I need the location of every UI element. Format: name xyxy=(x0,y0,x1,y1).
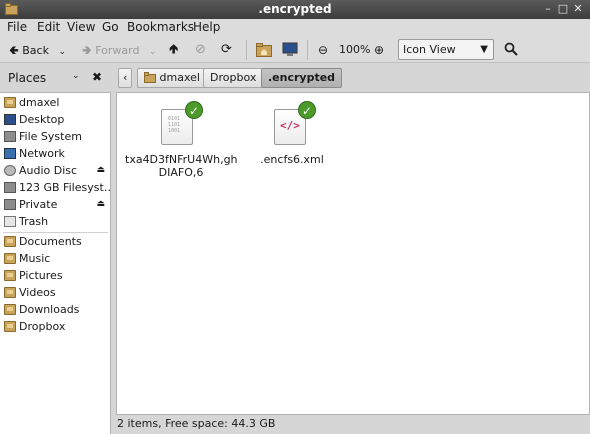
menu-edit[interactable]: Edit xyxy=(37,20,60,34)
toolbar: 🢀 Back ⌄ 🢂 Forward ⌄ 🢁 ⊘ ⟳ ⊖ 100% ⊕ Icon… xyxy=(0,37,590,63)
zoom-level: 100% xyxy=(339,43,371,56)
sidebar-item-documents[interactable]: Documents xyxy=(0,233,111,250)
stop-icon[interactable]: ⊘ xyxy=(195,41,206,59)
sidebar-item-dropbox[interactable]: Dropbox xyxy=(0,318,111,335)
sidebar-item-dmaxel[interactable]: dmaxel xyxy=(0,94,111,111)
menu-bar: File Edit View Go Bookmarks Help xyxy=(0,19,590,37)
sidebar-item-filesystem-123gb[interactable]: 123 GB Filesyst… xyxy=(0,179,115,196)
folder-icon xyxy=(4,321,16,332)
drive-icon xyxy=(4,131,16,142)
folder-icon xyxy=(4,270,16,281)
eject-icon[interactable]: ⏏ xyxy=(96,162,105,179)
sidebar-item-music[interactable]: Music xyxy=(0,250,111,267)
forward-arrow-icon: 🢂 xyxy=(82,43,92,57)
search-icon[interactable] xyxy=(504,42,518,56)
file-name: txa4D3fNFrU4Wh,gh DIAFO,6 xyxy=(125,153,238,179)
status-bar: 2 items, Free space: 44.3 GB xyxy=(116,415,590,434)
eject-icon[interactable]: ⏏ xyxy=(96,196,105,213)
toolbar-separator xyxy=(246,40,247,60)
toolbar-separator xyxy=(307,40,308,60)
home-folder-icon xyxy=(144,72,156,83)
folder-icon xyxy=(4,253,16,264)
menu-help[interactable]: Help xyxy=(193,20,220,34)
trash-icon xyxy=(4,216,16,227)
folder-icon xyxy=(4,236,16,247)
network-icon xyxy=(4,148,16,159)
close-sidebar-icon[interactable]: ✖ xyxy=(92,70,102,84)
synced-check-icon: ✓ xyxy=(185,101,203,119)
synced-check-icon: ✓ xyxy=(298,101,316,119)
breadcrumb-current[interactable]: .encrypted xyxy=(261,68,343,88)
sidebar-item-network[interactable]: Network xyxy=(0,145,111,162)
menu-go[interactable]: Go xyxy=(102,20,119,34)
sidebar-item-audio-disc[interactable]: Audio Disc ⏏ xyxy=(0,162,111,179)
file-name: .encfs6.xml xyxy=(260,153,324,166)
view-mode-select[interactable]: Icon View ▼ xyxy=(398,39,494,60)
menu-bookmarks[interactable]: Bookmarks xyxy=(127,20,194,34)
chevron-down-icon: ⌄ xyxy=(58,47,66,57)
back-button[interactable]: 🢀 Back ⌄ xyxy=(9,41,66,59)
folder-icon xyxy=(4,304,16,315)
location-bar: Places ⌄ ✖ ‹ dmaxel Dropbox .encrypted xyxy=(0,64,590,92)
up-arrow-icon[interactable]: 🢁 xyxy=(169,41,178,59)
sidebar-item-pictures[interactable]: Pictures xyxy=(0,267,111,284)
sidebar-item-file-system[interactable]: File System xyxy=(0,128,111,145)
sidebar-item-videos[interactable]: Videos xyxy=(0,284,111,301)
breadcrumb-back-button[interactable]: ‹ xyxy=(118,68,133,88)
home-folder-icon xyxy=(4,97,16,108)
folder-icon xyxy=(4,287,16,298)
cd-icon xyxy=(4,165,16,176)
chevron-left-icon: ‹ xyxy=(123,71,128,84)
file-view: 0101 1101 1001 ✓ txa4D3fNFrU4Wh,gh DIAFO… xyxy=(116,92,590,415)
computer-icon[interactable] xyxy=(282,42,298,57)
home-icon[interactable] xyxy=(256,42,272,57)
minimize-icon[interactable]: – xyxy=(542,3,554,15)
sidebar-item-private[interactable]: Private ⏏ xyxy=(0,196,111,213)
sidebar-header[interactable]: Places ⌄ xyxy=(8,71,80,85)
reload-icon[interactable]: ⟳ xyxy=(221,41,232,59)
chevron-down-icon: ▼ xyxy=(480,44,488,55)
maximize-icon[interactable]: □ xyxy=(557,3,569,15)
chevron-down-icon: ⌄ xyxy=(148,47,157,57)
forward-button[interactable]: 🢂 Forward ⌄ xyxy=(82,41,157,59)
close-icon[interactable]: ✕ xyxy=(572,3,584,15)
breadcrumb-item[interactable]: dmaxel xyxy=(137,68,207,88)
menu-file[interactable]: File xyxy=(7,20,27,34)
zoom-out-icon[interactable]: ⊖ xyxy=(318,41,328,59)
file-item[interactable]: </> ✓ .encfs6.xml xyxy=(247,101,337,171)
drive-icon xyxy=(4,182,16,193)
sidebar-item-downloads[interactable]: Downloads xyxy=(0,301,111,318)
window-title: .encrypted xyxy=(258,2,332,16)
desktop-icon xyxy=(4,114,16,125)
sidebar: dmaxel Desktop File System Network Audio… xyxy=(0,92,115,434)
chevron-down-icon: ⌄ xyxy=(72,71,80,81)
title-bar: .encrypted – □ ✕ xyxy=(0,0,590,19)
drive-icon xyxy=(4,199,16,210)
sidebar-item-desktop[interactable]: Desktop xyxy=(0,111,111,128)
file-item[interactable]: 0101 1101 1001 ✓ txa4D3fNFrU4Wh,gh DIAFO… xyxy=(125,101,238,179)
menu-view[interactable]: View xyxy=(67,20,95,34)
breadcrumb-item[interactable]: Dropbox xyxy=(203,68,264,88)
zoom-in-icon[interactable]: ⊕ xyxy=(374,41,384,59)
back-arrow-icon: 🢀 xyxy=(9,43,19,57)
sidebar-item-trash[interactable]: Trash xyxy=(0,213,111,230)
